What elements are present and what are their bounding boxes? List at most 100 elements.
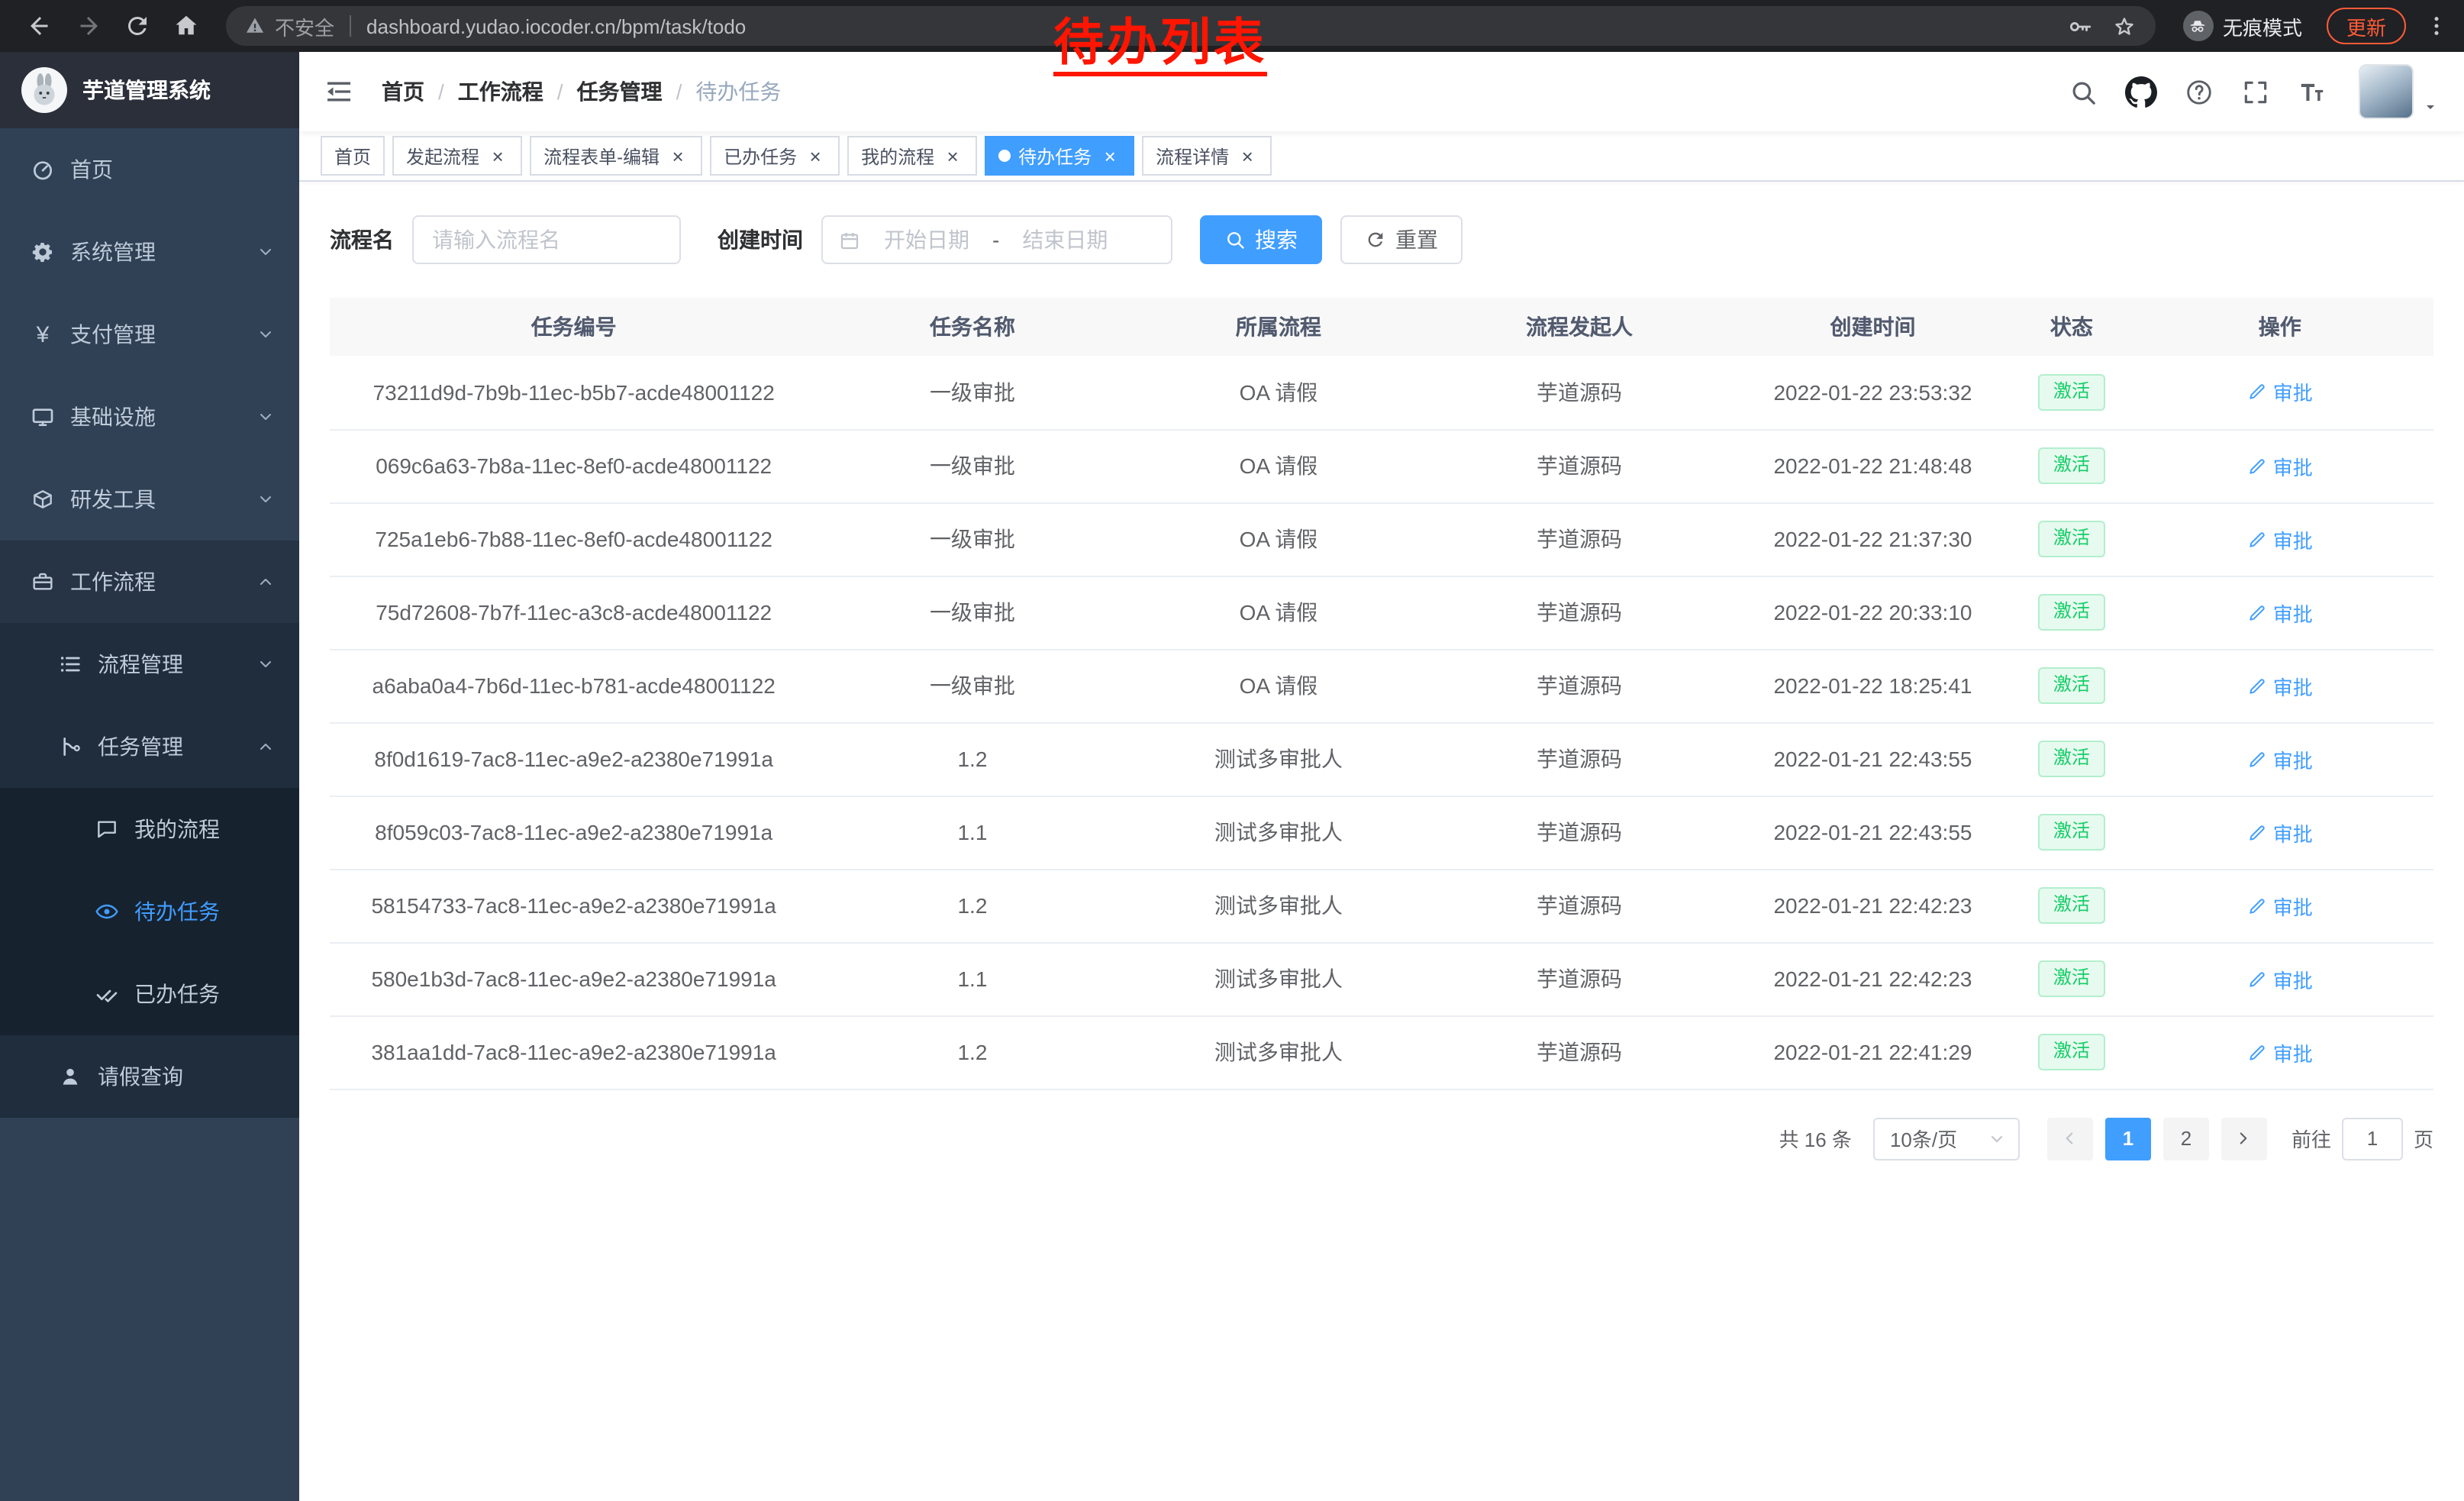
- breadcrumb-item[interactable]: 工作流程: [458, 76, 543, 107]
- bookmark-star-icon[interactable]: [2111, 13, 2137, 39]
- page-button-1[interactable]: 1: [2105, 1117, 2151, 1160]
- search-icon[interactable]: [2069, 77, 2098, 106]
- breadcrumb-item[interactable]: 任务管理: [577, 76, 663, 107]
- approve-link[interactable]: 审批: [2247, 451, 2313, 480]
- cell-created: 2022-01-22 21:37:30: [1729, 502, 2017, 576]
- browser-reload-icon[interactable]: [124, 12, 151, 40]
- monitor-icon: [31, 405, 55, 429]
- tab-home[interactable]: 首页: [321, 136, 385, 176]
- page-size-select[interactable]: 10条/页: [1873, 1117, 2020, 1160]
- omnibox-divider: [350, 15, 351, 37]
- branch-icon: [58, 734, 82, 759]
- tab-todo-tasks[interactable]: 待办任务 ×: [985, 136, 1134, 176]
- date-range-picker[interactable]: -: [821, 215, 1172, 264]
- tab-close-icon[interactable]: ×: [487, 145, 508, 166]
- cell-created: 2022-01-22 21:48:48: [1729, 429, 2017, 502]
- user-avatar[interactable]: [2359, 64, 2414, 119]
- sidebar-item-workflow[interactable]: 工作流程: [0, 541, 299, 623]
- app-logo-row[interactable]: 芋道管理系统: [0, 52, 299, 128]
- fullscreen-icon[interactable]: [2241, 77, 2270, 106]
- sidebar-item-process-management[interactable]: 流程管理: [0, 623, 299, 705]
- sidebar-item-my-processes[interactable]: 我的流程: [0, 788, 299, 870]
- chevron-up-icon: [256, 738, 275, 756]
- sidebar-item-infrastructure[interactable]: 基础设施: [0, 376, 299, 458]
- browser-home-icon[interactable]: [173, 12, 200, 40]
- approve-link[interactable]: 审批: [2247, 671, 2313, 700]
- tab-start-process[interactable]: 发起流程 ×: [392, 136, 522, 176]
- breadcrumb-item[interactable]: 首页: [382, 76, 424, 107]
- approve-link[interactable]: 审批: [2247, 964, 2313, 993]
- sidebar-item-task-management[interactable]: 任务管理: [0, 705, 299, 788]
- tab-process-form-edit[interactable]: 流程表单-编辑 ×: [530, 136, 702, 176]
- reset-button[interactable]: 重置: [1340, 215, 1463, 264]
- tab-close-icon[interactable]: ×: [805, 145, 826, 166]
- browser-menu-icon[interactable]: [2424, 14, 2449, 38]
- tab-close-icon[interactable]: ×: [1099, 145, 1121, 166]
- tab-label: 发起流程: [406, 143, 479, 169]
- sidebar-item-dev-tools[interactable]: 研发工具: [0, 458, 299, 541]
- approve-link[interactable]: 审批: [2247, 378, 2313, 407]
- sidebar-item-todo-tasks[interactable]: 待办任务: [0, 870, 299, 953]
- tab-close-icon[interactable]: ×: [667, 145, 689, 166]
- approve-link[interactable]: 审批: [2247, 525, 2313, 554]
- chevron-down-icon: [256, 325, 275, 344]
- approve-label: 审批: [2273, 451, 2313, 480]
- sidebar-collapse-icon[interactable]: [324, 76, 354, 107]
- breadcrumb-separator: /: [676, 79, 682, 104]
- user-menu[interactable]: [2359, 64, 2440, 119]
- browser-back-icon[interactable]: [26, 12, 53, 40]
- password-key-icon[interactable]: [2067, 13, 2093, 39]
- edit-icon: [2247, 749, 2267, 769]
- sidebar-item-leave-query[interactable]: 请假查询: [0, 1035, 299, 1118]
- search-button[interactable]: 搜索: [1200, 215, 1322, 264]
- table-header-row: 任务编号 任务名称 所属流程 流程发起人 创建时间 状态 操作: [330, 298, 2433, 356]
- cell-task-id: 58154733-7ac8-11ec-a9e2-a2380e71991a: [330, 869, 818, 942]
- approve-link[interactable]: 审批: [2247, 818, 2313, 847]
- approve-link[interactable]: 审批: [2247, 598, 2313, 627]
- cell-task-name: 一级审批: [818, 429, 1127, 502]
- tab-close-icon[interactable]: ×: [1237, 145, 1258, 166]
- approve-link[interactable]: 审批: [2247, 744, 2313, 773]
- col-created: 创建时间: [1729, 298, 2017, 356]
- user-icon: [58, 1064, 82, 1089]
- double-check-icon: [95, 982, 119, 1006]
- tab-process-detail[interactable]: 流程详情 ×: [1142, 136, 1272, 176]
- refresh-icon: [1365, 229, 1386, 250]
- sidebar-item-label: 首页: [70, 154, 113, 185]
- help-icon[interactable]: [2185, 77, 2214, 106]
- dashboard-icon: [31, 157, 55, 182]
- goto-page-input[interactable]: [2342, 1117, 2403, 1160]
- page-button-2[interactable]: 2: [2163, 1117, 2209, 1160]
- not-secure-warning-icon: [244, 15, 266, 37]
- next-page-button[interactable]: [2221, 1117, 2267, 1160]
- cell-process: 测试多审批人: [1127, 796, 1430, 869]
- cell-action: 审批: [2127, 502, 2433, 576]
- cell-status: 激活: [2017, 576, 2126, 649]
- tab-my-processes[interactable]: 我的流程 ×: [847, 136, 977, 176]
- chevron-down-icon: [256, 655, 275, 673]
- approve-link[interactable]: 审批: [2247, 891, 2313, 920]
- tab-done-tasks[interactable]: 已办任务 ×: [710, 136, 840, 176]
- cell-process: 测试多审批人: [1127, 869, 1430, 942]
- tab-close-icon[interactable]: ×: [942, 145, 963, 166]
- approve-link[interactable]: 审批: [2247, 1038, 2313, 1067]
- approve-label: 审批: [2273, 744, 2313, 773]
- browser-update-button[interactable]: 更新: [2327, 8, 2406, 44]
- col-action: 操作: [2127, 298, 2433, 356]
- gear-icon: [31, 240, 55, 264]
- app-title: 芋道管理系统: [82, 75, 211, 105]
- sidebar-item-home[interactable]: 首页: [0, 128, 299, 211]
- page-content: 流程名 创建时间 - 搜索 重置: [299, 182, 2464, 1501]
- sidebar-item-system-management[interactable]: 系统管理: [0, 211, 299, 293]
- sidebar-item-payment-management[interactable]: ¥ 支付管理: [0, 293, 299, 376]
- cell-status: 激活: [2017, 722, 2126, 796]
- github-icon[interactable]: [2125, 76, 2157, 108]
- text-size-icon[interactable]: [2298, 77, 2327, 106]
- browser-forward-icon[interactable]: [75, 12, 102, 40]
- end-date-input[interactable]: [1005, 228, 1124, 252]
- cell-process: OA 请假: [1127, 429, 1430, 502]
- process-name-input[interactable]: [412, 215, 681, 264]
- prev-page-button[interactable]: [2047, 1117, 2093, 1160]
- sidebar-item-done-tasks[interactable]: 已办任务: [0, 953, 299, 1035]
- start-date-input[interactable]: [867, 228, 986, 252]
